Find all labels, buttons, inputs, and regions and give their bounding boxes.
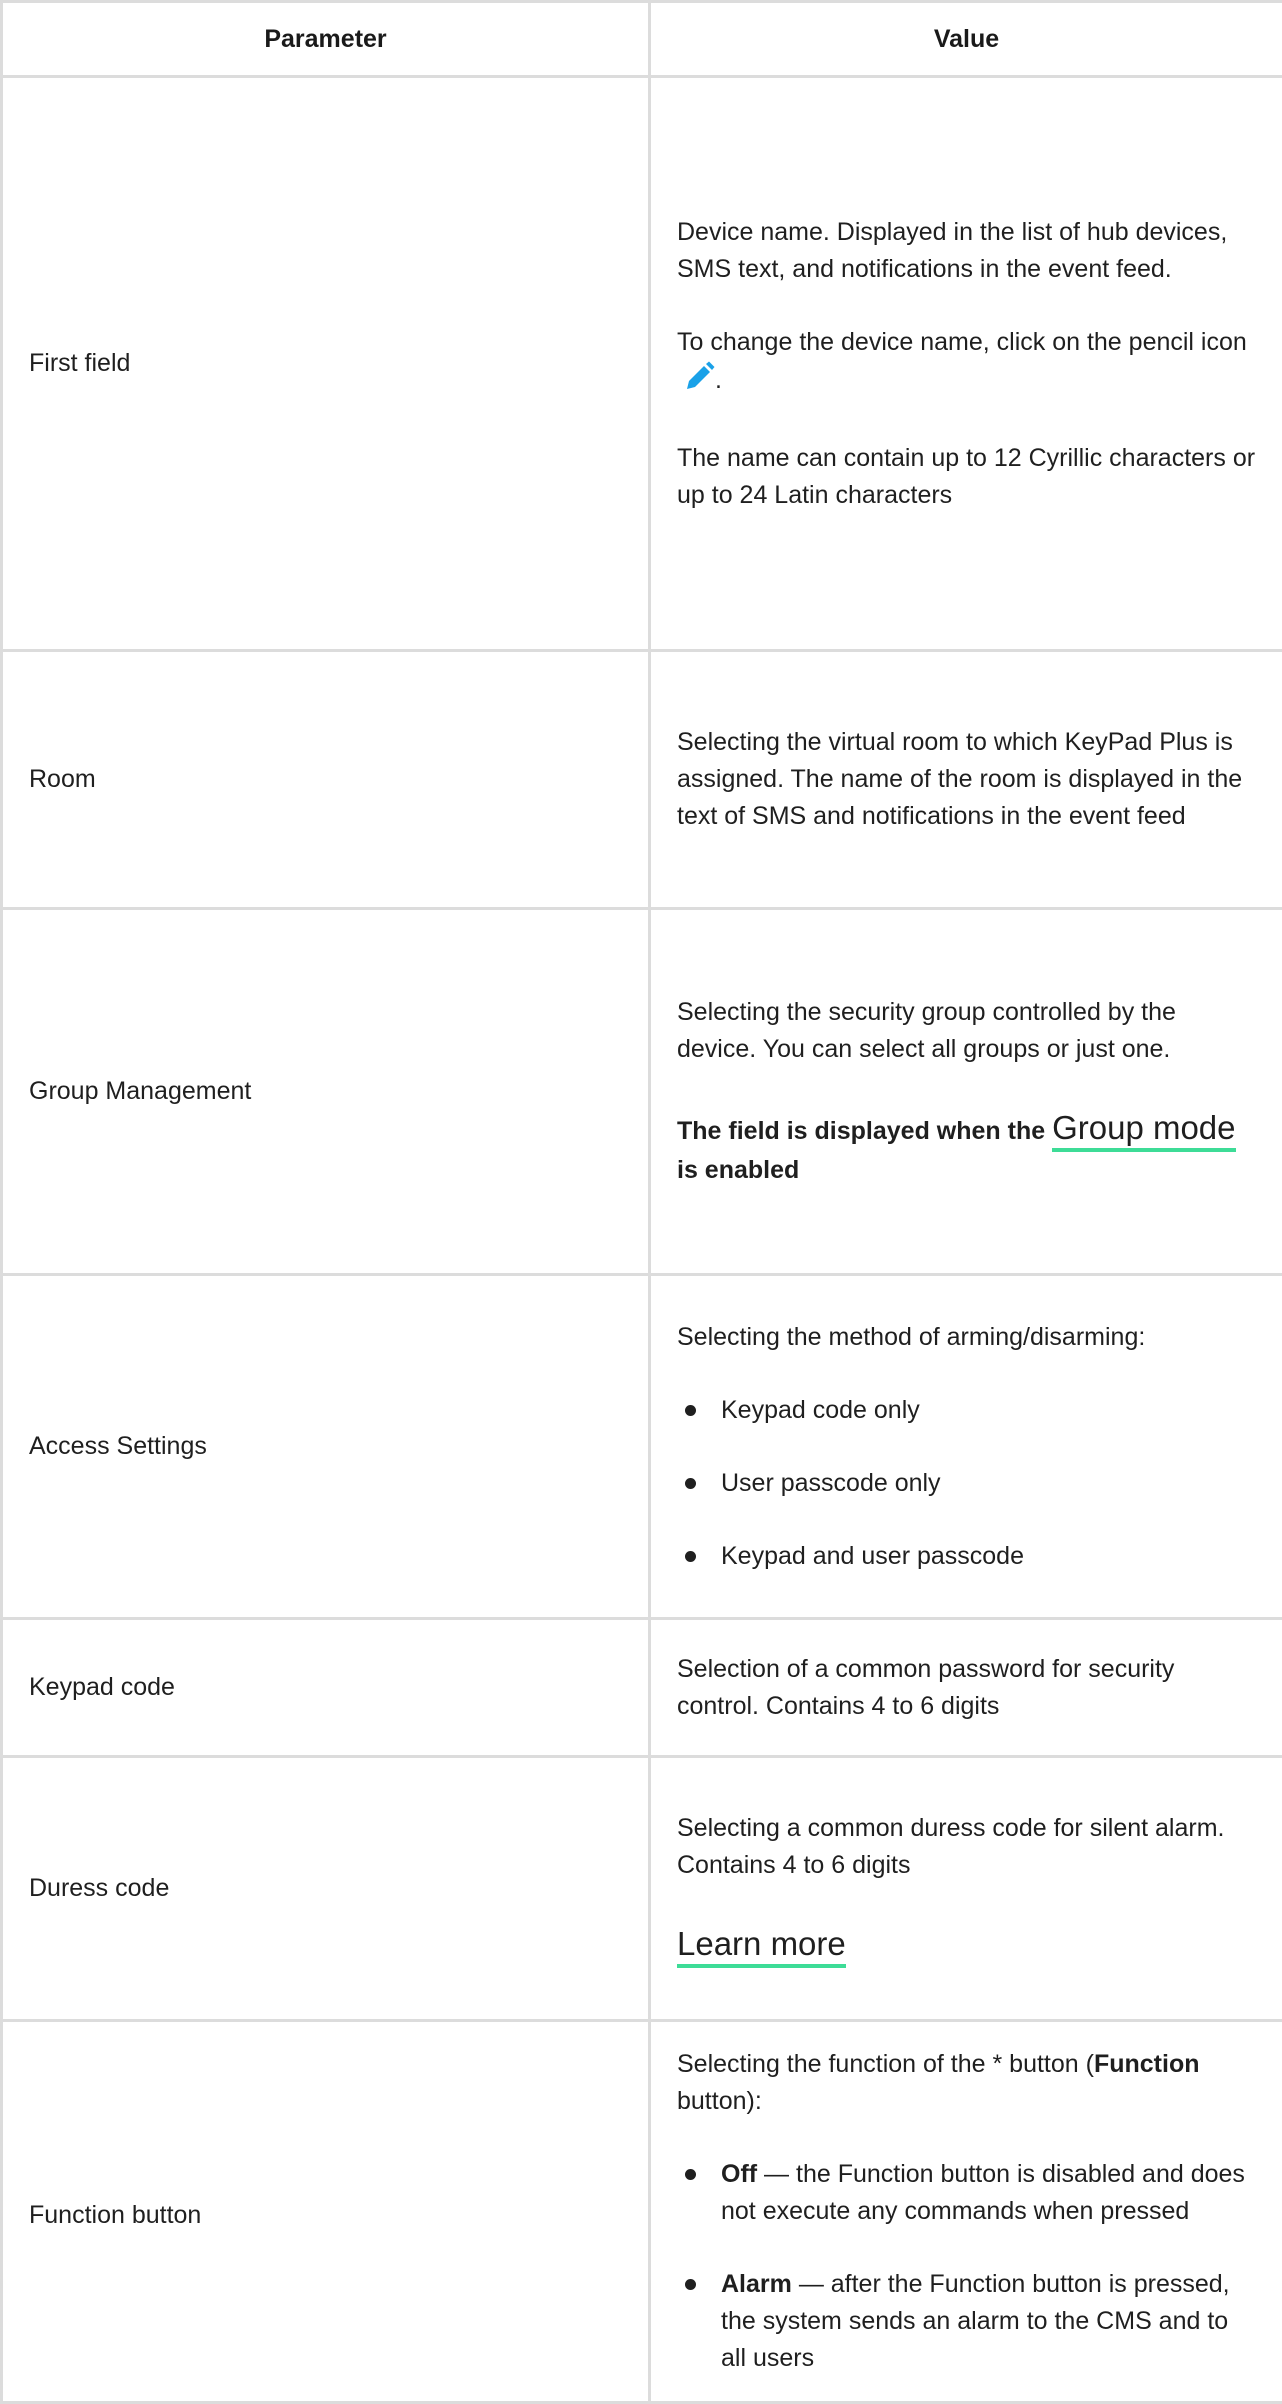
table-row: Access Settings Selecting the method of …	[2, 1275, 1282, 1619]
value-text-segment: Selecting the function of the * button (	[677, 2050, 1094, 2078]
param-name: Duress code	[2, 1757, 650, 2021]
param-value: Selecting the method of arming/disarming…	[650, 1275, 1282, 1619]
value-text: Selecting the function of the * button (…	[677, 2046, 1256, 2120]
value-text: The name can contain up to 12 Cyrillic c…	[677, 440, 1256, 514]
note-text: is enabled	[677, 1156, 799, 1184]
option-term: Off	[721, 2160, 757, 2188]
list-item: Alarm — after the Function button is pre…	[677, 2266, 1256, 2377]
table-header-row: Parameter Value	[2, 2, 1282, 77]
value-text: Selecting the virtual room to which KeyP…	[677, 724, 1256, 835]
value-text: To change the device name, click on the …	[677, 324, 1256, 404]
parameter-column-header: Parameter	[2, 2, 650, 77]
table-row: First field Device name. Displayed in th…	[2, 77, 1282, 651]
list-item: Keypad code only	[677, 1392, 1256, 1429]
table-row: Group Management Selecting the security …	[2, 909, 1282, 1275]
param-name: Access Settings	[2, 1275, 650, 1619]
param-value: Selecting the virtual room to which KeyP…	[650, 651, 1282, 909]
value-text: Selection of a common password for secur…	[677, 1651, 1256, 1725]
value-text-segment: button):	[677, 2087, 762, 2115]
option-term: Alarm	[721, 2270, 792, 2298]
param-name: Keypad code	[2, 1619, 650, 1757]
value-text-segment: .	[715, 366, 722, 394]
option-text: — after the Function button is pressed, …	[721, 2270, 1230, 2372]
pencil-icon	[683, 361, 715, 404]
param-name: First field	[2, 77, 650, 651]
value-text-segment: To change the device name, click on the …	[677, 328, 1247, 356]
function-options-list: Off — the Function button is disabled an…	[677, 2156, 1256, 2377]
learn-more-link[interactable]: Learn more	[677, 1925, 846, 1968]
value-column-header: Value	[650, 2, 1282, 77]
param-name: Room	[2, 651, 650, 909]
options-list: Keypad code only User passcode only Keyp…	[677, 1392, 1256, 1575]
group-mode-link[interactable]: Group mode	[1052, 1109, 1235, 1152]
param-name: Function button	[2, 2021, 650, 2403]
value-text: Selecting the method of arming/disarming…	[677, 1319, 1256, 1356]
value-text: Selecting a common duress code for silen…	[677, 1810, 1256, 1884]
table-row: Room Selecting the virtual room to which…	[2, 651, 1282, 909]
param-name-label: Function button	[29, 2189, 622, 2234]
table-row: Duress code Selecting a common duress co…	[2, 1757, 1282, 2021]
value-text: Selecting the security group controlled …	[677, 994, 1256, 1068]
param-name: Group Management	[2, 909, 650, 1275]
list-item: User passcode only	[677, 1465, 1256, 1502]
param-value: Selecting a common duress code for silen…	[650, 1757, 1282, 2021]
list-item: Keypad and user passcode	[677, 1538, 1256, 1575]
value-note: The field is displayed when the Group mo…	[677, 1104, 1256, 1189]
table-row: Function button Selecting the function o…	[2, 2021, 1282, 2403]
param-value: Selection of a common password for secur…	[650, 1619, 1282, 1757]
param-value: Selecting the function of the * button (…	[650, 2021, 1282, 2403]
parameters-table: Parameter Value First field Device name.…	[0, 0, 1282, 2404]
option-text: — the Function button is disabled and do…	[721, 2160, 1245, 2225]
list-item: Off — the Function button is disabled an…	[677, 2156, 1256, 2230]
param-value: Device name. Displayed in the list of hu…	[650, 77, 1282, 651]
param-value: Selecting the security group controlled …	[650, 909, 1282, 1275]
value-text: Device name. Displayed in the list of hu…	[677, 214, 1256, 288]
note-text: The field is displayed when the	[677, 1117, 1052, 1145]
value-text-bold: Function	[1094, 2050, 1200, 2078]
table-row: Keypad code Selection of a common passwo…	[2, 1619, 1282, 1757]
value-link-paragraph: Learn more	[677, 1920, 1256, 1968]
